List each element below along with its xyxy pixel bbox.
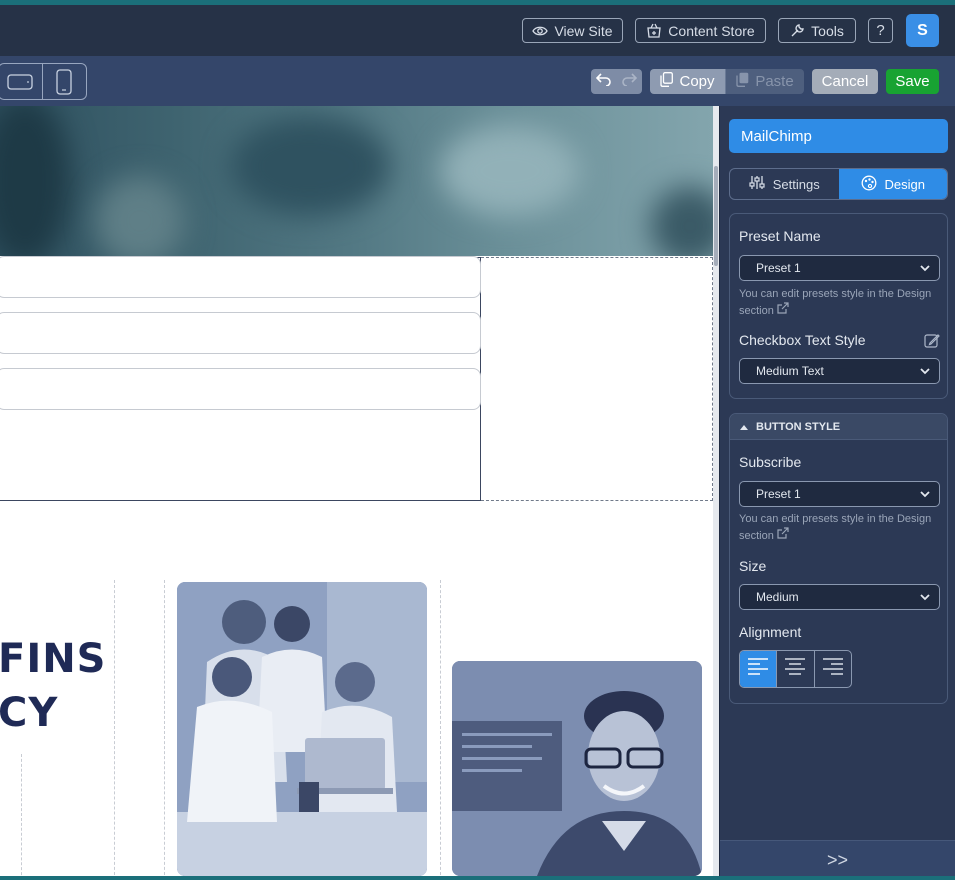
- panel-tabs: Settings Design: [729, 168, 948, 200]
- undo-redo-group: [591, 69, 642, 94]
- scrollbar-thumb[interactable]: [714, 166, 718, 266]
- properties-panel: MailChimp Settings Design Preset Name Pr…: [719, 106, 955, 880]
- redo-button[interactable]: [617, 69, 643, 94]
- save-button[interactable]: Save: [886, 69, 939, 94]
- sliders-icon: [749, 175, 765, 193]
- button-style-card: BUTTON STYLE Subscribe Preset 1 You can …: [729, 413, 948, 704]
- page-canvas[interactable]: FINS CY: [0, 106, 713, 876]
- panel-collapse-toggle[interactable]: >>: [720, 840, 955, 880]
- alignment-label: Alignment: [739, 624, 802, 640]
- bottom-accent-line: [0, 876, 955, 880]
- content-store-button[interactable]: Content Store: [635, 18, 766, 43]
- size-select[interactable]: Medium: [739, 584, 940, 610]
- button-style-title: BUTTON STYLE: [756, 420, 841, 433]
- undo-icon: [595, 72, 612, 91]
- column-guide: [21, 754, 22, 876]
- align-right-icon: [822, 657, 844, 682]
- subscribe-preset-value: Preset 1: [756, 487, 801, 501]
- wrench-icon: [790, 23, 805, 38]
- preset-name-value: Preset 1: [756, 261, 801, 275]
- preset-card: Preset Name Preset 1 You can edit preset…: [729, 213, 948, 399]
- top-bar: View Site Content Store Tools ? S: [0, 5, 955, 56]
- eye-icon: [532, 25, 549, 37]
- tools-button[interactable]: Tools: [778, 18, 856, 43]
- checkbox-text-style-value: Medium Text: [756, 364, 824, 378]
- tab-design-label: Design: [884, 176, 925, 192]
- help-icon: ?: [876, 22, 885, 39]
- align-center-button[interactable]: [776, 651, 813, 687]
- chevron-down-icon: [919, 262, 931, 277]
- align-left-button[interactable]: [740, 651, 777, 687]
- alignment-buttons: [739, 650, 852, 688]
- external-link-icon[interactable]: [777, 302, 789, 317]
- mobile-phone-icon[interactable]: [56, 69, 72, 100]
- paste-icon: [736, 72, 749, 91]
- align-left-icon: [747, 657, 769, 682]
- subscribe-preset-select[interactable]: Preset 1: [739, 481, 940, 507]
- store-basket-icon: [646, 23, 662, 38]
- checkbox-text-style-label: Checkbox Text Style: [739, 332, 866, 348]
- size-value: Medium: [756, 590, 799, 604]
- content-store-label: Content Store: [668, 22, 755, 39]
- copy-icon: [660, 72, 674, 91]
- chevron-down-icon: [919, 591, 931, 606]
- preset-hint-text: You can edit presets style in the Design…: [739, 288, 932, 317]
- align-right-button[interactable]: [813, 651, 851, 687]
- copy-button[interactable]: Copy: [650, 69, 725, 94]
- subscribe-label: Subscribe: [739, 454, 802, 470]
- section-heading-line-2: CY: [0, 690, 59, 736]
- editor-toolbar: Copy Paste Cancel Save: [0, 56, 955, 106]
- tab-settings[interactable]: Settings: [730, 169, 839, 199]
- widget-title: MailChimp: [729, 119, 948, 153]
- tools-label: Tools: [811, 22, 844, 39]
- preset-name-select[interactable]: Preset 1: [739, 255, 940, 281]
- cancel-button[interactable]: Cancel: [812, 69, 878, 94]
- paste-label: Paste: [755, 73, 794, 90]
- tab-settings-label: Settings: [772, 176, 820, 192]
- redo-icon: [621, 72, 638, 91]
- edit-icon[interactable]: [924, 333, 940, 354]
- paste-button[interactable]: Paste: [725, 69, 804, 94]
- chevron-down-icon: [919, 365, 931, 380]
- tab-design[interactable]: Design: [838, 169, 947, 199]
- size-label: Size: [739, 558, 767, 574]
- user-avatar[interactable]: S: [906, 14, 939, 47]
- form-input-1[interactable]: [0, 256, 481, 298]
- help-button[interactable]: ?: [868, 18, 893, 43]
- team-meeting-photo: [177, 582, 427, 876]
- checkbox-text-style-select[interactable]: Medium Text: [739, 358, 940, 384]
- tablet-landscape-icon[interactable]: [7, 74, 33, 95]
- caret-up-icon: [740, 421, 748, 433]
- chevron-down-icon: [919, 488, 931, 503]
- form-input-2[interactable]: [0, 312, 481, 354]
- hero-image: [0, 106, 713, 256]
- form-input-3[interactable]: [0, 368, 481, 410]
- device-divider: [42, 64, 43, 99]
- view-site-label: View Site: [554, 22, 613, 39]
- avatar-initial: S: [917, 21, 928, 39]
- copy-label: Copy: [679, 73, 715, 90]
- device-switcher: [0, 63, 87, 100]
- preset-name-label: Preset Name: [739, 228, 821, 244]
- double-chevron-right-icon: >>: [826, 850, 849, 870]
- view-site-button[interactable]: View Site: [522, 18, 623, 43]
- section-heading-line-1: FINS: [0, 636, 107, 682]
- button-style-header[interactable]: BUTTON STYLE: [730, 414, 947, 440]
- palette-icon: [861, 175, 877, 194]
- subscribe-hint: You can edit presets style in the Design…: [739, 511, 939, 544]
- subscribe-hint-text: You can edit presets style in the Design…: [739, 513, 932, 542]
- preset-hint: You can edit presets style in the Design…: [739, 286, 939, 319]
- column-guide: [114, 580, 115, 876]
- man-portrait-photo: [452, 661, 702, 876]
- align-center-icon: [784, 657, 806, 682]
- external-link-icon[interactable]: [777, 527, 789, 542]
- selected-column-outline[interactable]: [481, 257, 713, 501]
- undo-button[interactable]: [591, 69, 617, 94]
- column-guide: [440, 580, 441, 876]
- column-guide: [164, 580, 165, 876]
- clipboard-group: Copy Paste: [650, 69, 804, 94]
